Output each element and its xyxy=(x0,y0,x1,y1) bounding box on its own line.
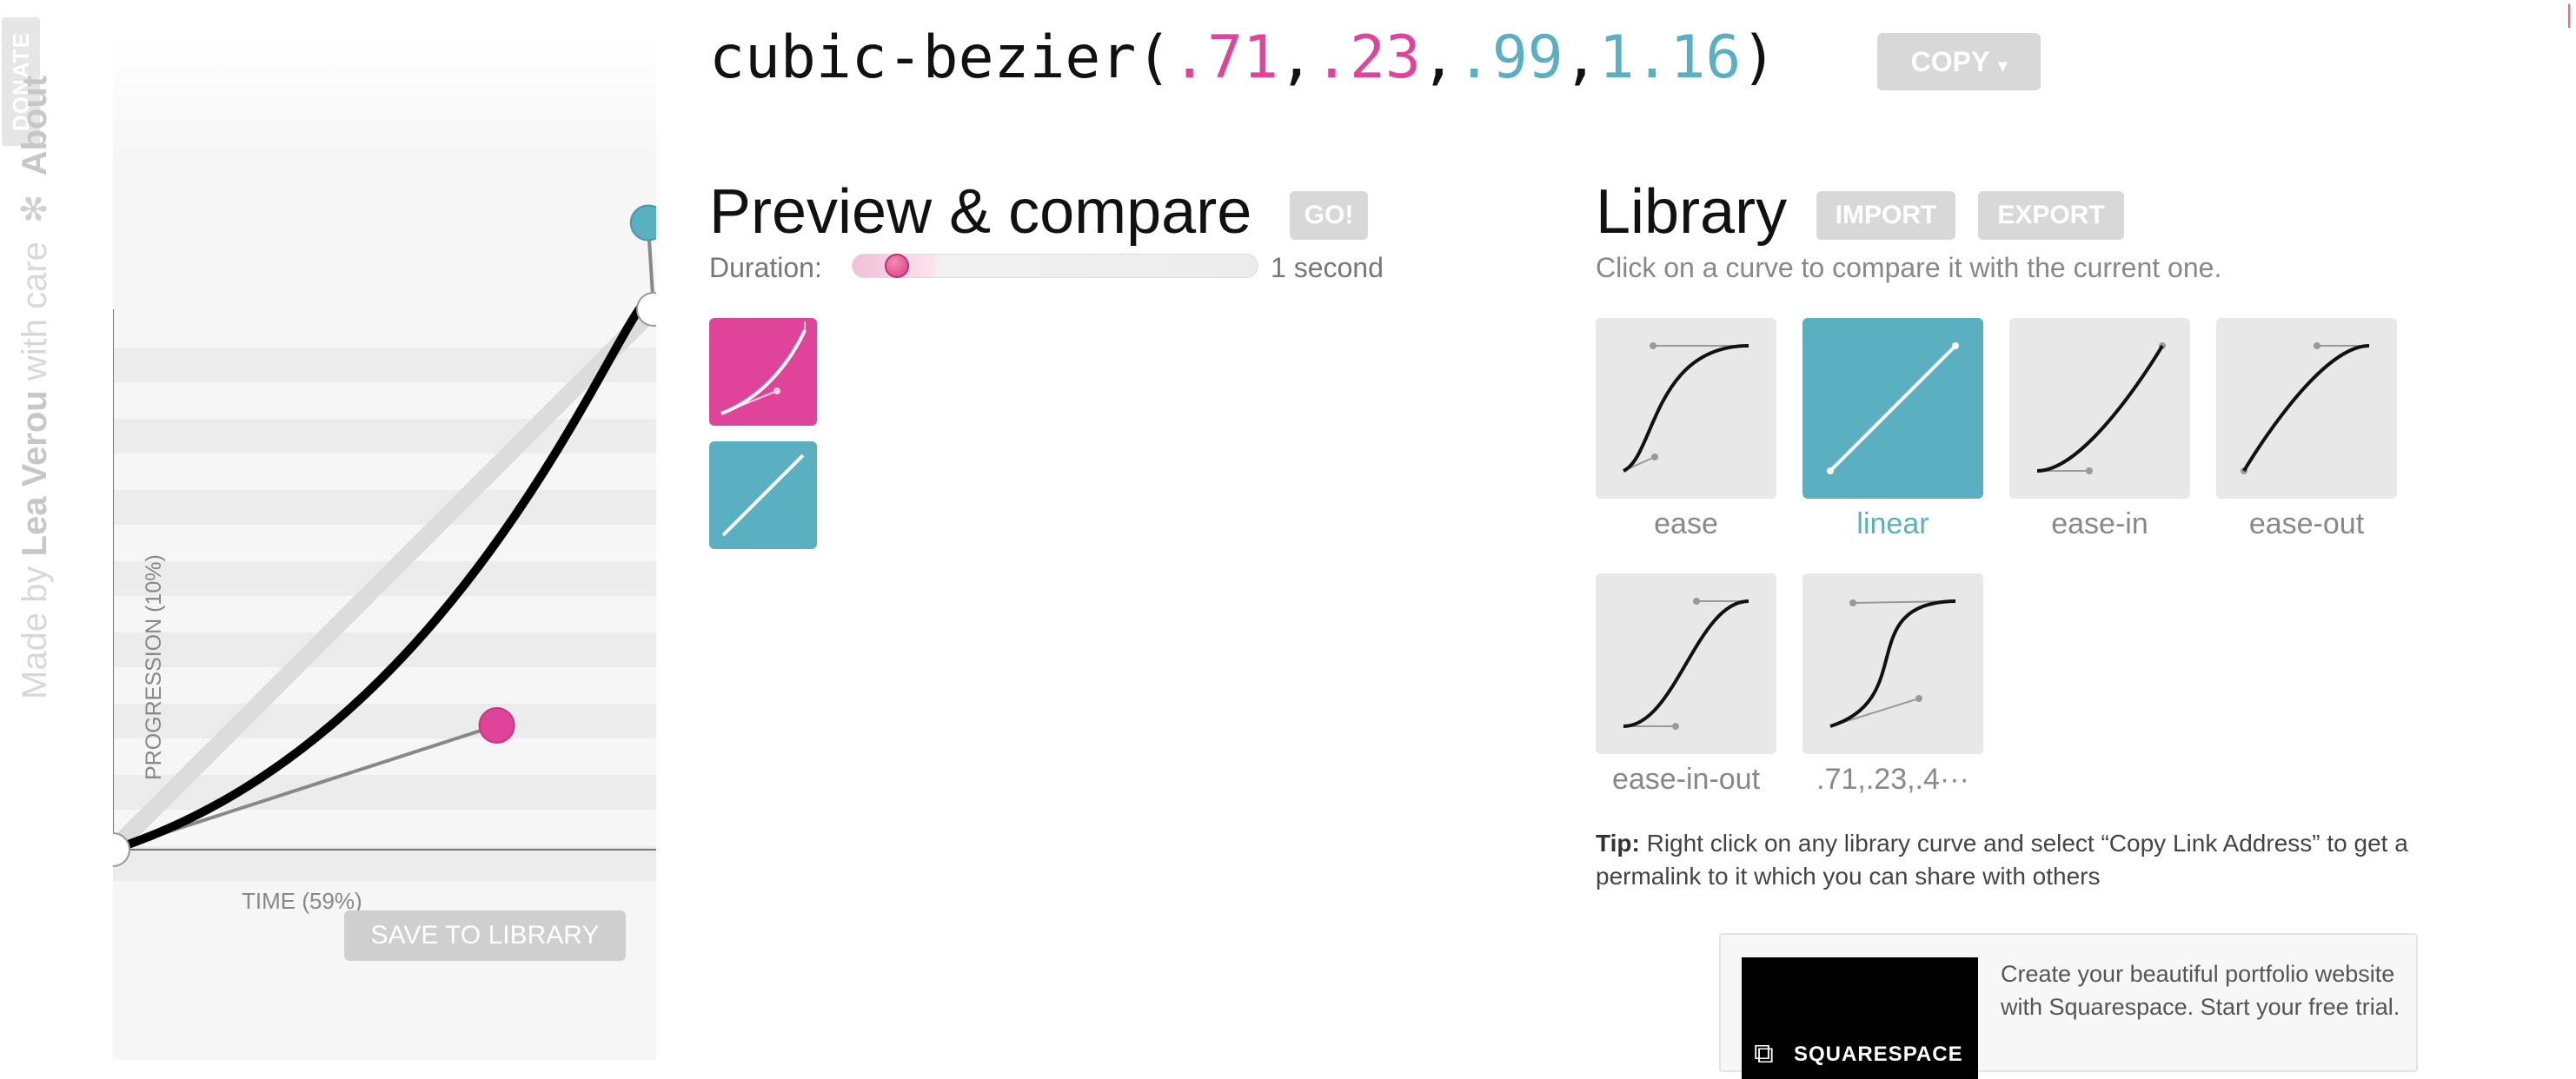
library-item-linear[interactable]: linear xyxy=(1803,318,1983,541)
bezier-graph[interactable] xyxy=(113,35,656,1060)
library-item-ease-in-out[interactable]: ease-in-out xyxy=(1596,573,1776,797)
p2x-value: .99 xyxy=(1456,23,1564,92)
author-link[interactable]: Lea Verou xyxy=(16,390,54,556)
duration-slider[interactable] xyxy=(852,254,1258,278)
preview-linear-line xyxy=(721,453,805,537)
x-axis-label: TIME (59%) xyxy=(242,888,362,914)
credits: Made by Lea Verou with care ✻ About xyxy=(13,76,56,699)
squarespace-logo: ⧉ SQUARESPACE xyxy=(1742,957,1978,1079)
library-item-ease-out[interactable]: ease-out xyxy=(2216,318,2397,541)
copy-label: COPY xyxy=(1910,46,1990,77)
about-link[interactable]: About xyxy=(16,76,54,176)
preview-title: Preview & compare xyxy=(709,177,1252,247)
made-by-text: Made by xyxy=(16,566,54,699)
library-item-label: ease xyxy=(1654,507,1718,540)
library-item-label: ease-out xyxy=(2248,507,2365,540)
linear-curve-thumbnail xyxy=(1803,318,1983,499)
ease-out-curve-thumbnail xyxy=(2216,318,2397,499)
chevron-down-icon: ▾ xyxy=(1998,56,2008,76)
tip-body: Right click on any library curve and sel… xyxy=(1596,830,2408,890)
graph-stripe xyxy=(113,846,656,881)
code-comma: , xyxy=(1420,23,1457,92)
control-point-2-handle[interactable] xyxy=(629,204,656,242)
go-button[interactable]: GO! xyxy=(1290,191,1368,240)
library-title: Library xyxy=(1596,177,1788,247)
graph-stripe xyxy=(113,632,656,667)
copy-button[interactable]: COPY ▾ xyxy=(1877,33,2041,90)
control-point-1-handle[interactable] xyxy=(478,706,515,744)
duration-value: 1 second xyxy=(1271,252,1384,283)
code-comma: , xyxy=(1278,23,1314,92)
library-item-label: ease-in-out xyxy=(1611,763,1761,796)
preview-curve xyxy=(720,329,807,415)
save-to-library-button[interactable]: SAVE TO LIBRARY xyxy=(344,910,626,961)
p1y-value: .23 xyxy=(1314,23,1421,92)
preview-point xyxy=(773,387,780,394)
tip-text: Tip: Right click on any library curve an… xyxy=(1596,827,2482,893)
preview-compare-curve[interactable] xyxy=(709,441,817,549)
duration-slider-thumb[interactable] xyxy=(885,254,909,278)
ease-in-curve-thumbnail xyxy=(2009,318,2190,499)
squarespace-ad[interactable]: ⧉ SQUARESPACE Create your beautiful port… xyxy=(1719,933,2418,1079)
custom-curve-thumbnail xyxy=(1803,573,1983,754)
duration-label: Duration: xyxy=(709,252,822,283)
export-button[interactable]: EXPORT xyxy=(1978,191,2124,240)
ease-in-out-curve-thumbnail xyxy=(1596,573,1776,754)
code-comma: , xyxy=(1563,23,1599,92)
with-care-text: with care xyxy=(16,242,54,381)
graph-stripe xyxy=(113,704,656,738)
cubic-bezier-code: cubic-bezier(.71,.23,.99,1.16) xyxy=(709,19,1776,97)
bezier-graph-panel: PROGRESSION (10%) TIME (59%) xyxy=(113,35,656,1060)
p1x-value: .71 xyxy=(1172,23,1279,92)
corner-mark: | xyxy=(2566,0,2573,29)
library-item-custom[interactable]: .71,.23,.4··· xyxy=(1803,573,1983,797)
library-item-label: linear xyxy=(1856,507,1929,540)
ad-brand: SQUARESPACE xyxy=(1794,1043,1963,1066)
code-prefix: cubic-bezier( xyxy=(709,23,1172,92)
library-item-label: .71,.23,.4··· xyxy=(1816,763,1969,796)
squarespace-mark-icon: ⧉ xyxy=(1754,1037,1774,1069)
library-item-ease-in[interactable]: ease-in xyxy=(2009,318,2190,541)
flower-icon: ✻ xyxy=(16,194,54,223)
graph-stripe xyxy=(113,490,656,525)
library-description: Click on a curve to compare it with the … xyxy=(1596,252,2222,283)
import-button[interactable]: IMPORT xyxy=(1816,191,1955,240)
y-axis-label: PROGRESSION (10%) xyxy=(142,554,166,780)
p2y-value: 1.16 xyxy=(1598,23,1742,92)
tip-bold: Tip: xyxy=(1596,830,1640,857)
ease-curve-thumbnail xyxy=(1596,318,1776,499)
preview-current-curve[interactable] xyxy=(709,318,817,426)
library-item-ease[interactable]: ease xyxy=(1596,318,1776,541)
code-suffix: ) xyxy=(1741,23,1777,92)
library-item-label: ease-in xyxy=(2051,507,2148,540)
ad-text: Create your beautiful portfolio website … xyxy=(2001,961,2400,1020)
